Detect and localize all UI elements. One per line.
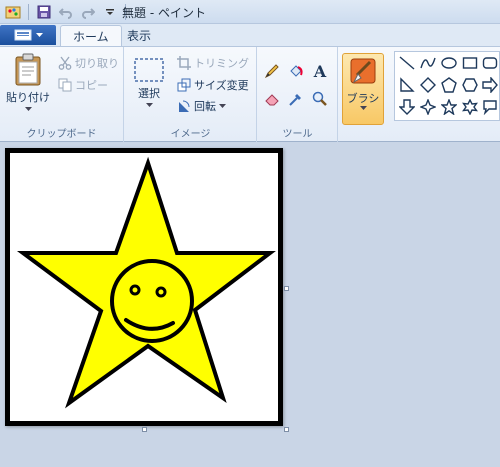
arrow-right-shape-icon[interactable] — [481, 76, 499, 94]
pencil-icon[interactable] — [262, 61, 282, 81]
resize-button[interactable]: サイズ変更 — [177, 77, 249, 93]
pentagon-shape-icon[interactable] — [440, 76, 458, 94]
four-point-star-shape-icon[interactable] — [419, 98, 437, 116]
magnifier-icon[interactable] — [310, 89, 330, 109]
copy-label: コピー — [75, 79, 108, 92]
hexagon-shape-icon[interactable] — [461, 76, 479, 94]
chevron-down-icon — [35, 32, 43, 37]
cut-label: 切り取り — [75, 57, 119, 70]
curve-shape-icon[interactable] — [419, 54, 437, 72]
chevron-down-icon — [145, 103, 153, 107]
paste-label: 貼り付け — [6, 91, 50, 104]
ribbon-tab-row: ホーム 表示 — [0, 24, 500, 46]
redo-icon[interactable] — [79, 3, 97, 21]
star-shape — [16, 156, 276, 409]
eraser-icon[interactable] — [262, 89, 282, 109]
tools-group-label: ツール — [282, 129, 313, 140]
copy-button[interactable]: コピー — [58, 77, 108, 93]
six-point-star-shape-icon[interactable] — [461, 98, 479, 116]
fill-bucket-icon[interactable] — [286, 61, 306, 81]
drawing-canvas[interactable] — [5, 148, 283, 426]
crop-label: トリミング — [194, 57, 249, 70]
resize-handle-bottom[interactable] — [142, 427, 147, 432]
paste-button[interactable]: 貼り付け — [6, 53, 50, 112]
brushes-button[interactable]: ブラシ — [342, 53, 384, 125]
color-picker-icon[interactable] — [286, 89, 306, 109]
chevron-down-icon — [219, 103, 226, 108]
image-group-label: イメージ — [170, 129, 211, 140]
clipboard-group: 貼り付け 切り取り コピー クリップボード — [0, 47, 124, 143]
select-button[interactable]: 選択 — [133, 57, 165, 108]
five-point-star-shape-icon[interactable] — [440, 98, 458, 116]
resize-icon — [177, 78, 191, 92]
select-label: 選択 — [138, 87, 160, 100]
selection-rectangle-icon — [134, 58, 164, 82]
text-tool-icon[interactable]: A — [310, 61, 330, 81]
resize-handle-right[interactable] — [284, 286, 289, 291]
tools-group: A ツール — [258, 47, 338, 143]
callout-shape-icon[interactable] — [481, 98, 499, 116]
resize-handle-corner[interactable] — [284, 427, 289, 432]
diamond-shape-icon[interactable] — [419, 76, 437, 94]
oval-shape-icon[interactable] — [440, 54, 458, 72]
title-bar: 無題 - ペイント — [0, 0, 500, 24]
save-icon[interactable] — [35, 3, 53, 21]
rotate-icon — [179, 100, 190, 112]
resize-label: サイズ変更 — [194, 79, 249, 92]
star-drawing — [16, 156, 276, 409]
crop-icon — [177, 56, 191, 70]
shapes-gallery — [394, 51, 500, 121]
image-group: 選択 トリミング サイズ変更 回転 イメージ — [125, 47, 257, 143]
clipboard-icon — [15, 53, 41, 86]
customize-toolbar-icon[interactable] — [101, 3, 119, 21]
chevron-down-icon — [24, 107, 32, 111]
chevron-down-icon — [359, 106, 367, 110]
file-menu-icon — [14, 29, 31, 41]
crop-button[interactable]: トリミング — [177, 55, 249, 71]
undo-icon[interactable] — [57, 3, 75, 21]
brush-icon — [350, 58, 376, 84]
arrow-down-shape-icon[interactable] — [398, 98, 416, 116]
rotate-label: 回転 — [194, 100, 216, 113]
file-menu-button[interactable] — [0, 25, 56, 45]
paint-app-icon[interactable] — [4, 3, 22, 21]
toolbar-separator — [28, 4, 29, 20]
right-triangle-shape-icon[interactable] — [398, 76, 416, 94]
ribbon: 貼り付け 切り取り コピー クリップボード 選択 トリミング サイズ変更 回転 … — [0, 46, 500, 143]
brushes-label: ブラシ — [346, 92, 380, 105]
quick-access-toolbar — [4, 3, 128, 21]
clipboard-group-label: クリップボード — [26, 129, 97, 140]
rectangle-shape-icon[interactable] — [461, 54, 479, 72]
rounded-rectangle-shape-icon[interactable] — [481, 54, 499, 72]
line-shape-icon[interactable] — [398, 54, 416, 72]
tab-view[interactable]: 表示 — [115, 25, 163, 46]
copy-icon — [58, 78, 72, 92]
cut-button[interactable]: 切り取り — [58, 55, 119, 71]
tab-home[interactable]: ホーム — [60, 25, 122, 46]
rotate-button[interactable]: 回転 — [177, 98, 226, 114]
window-title: 無題 - ペイント — [122, 6, 206, 20]
scissors-icon — [58, 56, 72, 70]
